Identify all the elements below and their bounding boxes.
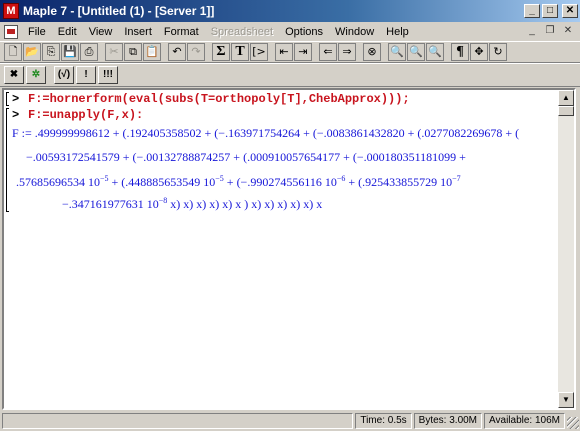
insert-prompt-icon[interactable]: [> — [250, 43, 268, 61]
doc-restore-button[interactable]: ❐ — [542, 25, 558, 39]
doc-minimize-button[interactable]: _ — [524, 25, 540, 39]
forward-icon[interactable]: ⇒ — [338, 43, 356, 61]
math-input-icon[interactable]: Σ — [212, 43, 230, 61]
status-available: Available: 106M — [484, 413, 565, 429]
title-bar: M Maple 7 - [Untitled (1) - [Server 1]] … — [0, 0, 580, 22]
output-term: x) x) x) x) x) x ) x) x) x) x) x) x — [167, 197, 323, 211]
document-icon[interactable] — [4, 24, 18, 39]
output-line-3: .57685696534 10−5 + (.448885653549 10−5 … — [16, 174, 461, 190]
output-term: + (.925433855729 10 — [345, 175, 453, 189]
scroll-thumb[interactable] — [558, 106, 574, 116]
doc-close-button[interactable]: ✕ — [560, 25, 576, 39]
group-bracket[interactable] — [6, 92, 9, 106]
maple-app-icon[interactable]: M — [3, 3, 19, 19]
worksheet[interactable]: > F:=hornerform(eval(subs(T=orthopoly[T]… — [2, 88, 576, 410]
zoom-150-icon[interactable]: 🔍 — [407, 43, 425, 61]
menu-spreadsheet: Spreadsheet — [210, 25, 274, 38]
output-line-1: F := .499999998612 + (.192405358502 + (−… — [12, 126, 520, 140]
exponent: −5 — [100, 174, 109, 183]
execute-selection-icon[interactable]: (√) — [54, 66, 74, 84]
zoom-100-icon[interactable]: 🔍 — [388, 43, 406, 61]
maximize-button[interactable]: □ — [542, 4, 558, 18]
close-button[interactable]: ✕ — [562, 4, 578, 18]
scroll-up-button[interactable]: ▲ — [558, 90, 574, 106]
open-icon[interactable]: 📂 — [23, 43, 41, 61]
expand-icon[interactable]: ✥ — [470, 43, 488, 61]
paste-icon[interactable]: 📋 — [143, 43, 161, 61]
status-bar: Time: 0.5s Bytes: 3.00M Available: 106M — [0, 411, 580, 431]
paragraph-icon[interactable]: ¶ — [451, 43, 469, 61]
open-url-icon[interactable]: ⎘ — [42, 43, 60, 61]
execute-all-icon[interactable]: !!! — [98, 66, 118, 84]
main-toolbar: 🗋 📂 ⎘ 💾 ⎙ ✂ ⧉ 📋 ↶ ↷ Σ T [> ⇤ ⇥ ⇐ ⇒ ⊗ 🔍 🔍… — [0, 41, 580, 63]
scroll-down-button[interactable]: ▼ — [558, 392, 574, 408]
menu-edit[interactable]: Edit — [52, 26, 83, 38]
copy-icon[interactable]: ⧉ — [124, 43, 142, 61]
execute-icon[interactable]: ! — [76, 66, 96, 84]
status-time: Time: 0.5s — [355, 413, 412, 429]
redo-icon[interactable]: ↷ — [187, 43, 205, 61]
output-term: .57685696534 10 — [16, 175, 100, 189]
input-prompt: > — [12, 108, 20, 122]
save-icon[interactable]: 💾 — [61, 43, 79, 61]
output-line-2: −.00593172541579 + (−.00132788874257 + (… — [26, 150, 466, 164]
debug-icon[interactable]: ✲ — [26, 66, 46, 84]
menu-format[interactable]: Format — [158, 26, 205, 38]
group-bracket[interactable] — [6, 108, 9, 212]
stop-icon[interactable]: ⊗ — [363, 43, 381, 61]
context-toolbar: ✖ ✲ (√) ! !!! — [0, 63, 580, 87]
print-icon[interactable]: ⎙ — [80, 43, 98, 61]
input-prompt: > — [12, 92, 20, 106]
resize-grip[interactable] — [567, 417, 579, 429]
text-input-icon[interactable]: T — [231, 43, 249, 61]
menu-options[interactable]: Options — [279, 26, 329, 38]
interrupt-icon[interactable]: ✖ — [4, 66, 24, 84]
output-line-4: −.347161977631 10−8 x) x) x) x) x) x ) x… — [62, 196, 322, 212]
status-bytes: Bytes: 3.00M — [413, 413, 483, 429]
restart-icon[interactable]: ↻ — [489, 43, 507, 61]
output-term: −.347161977631 10 — [62, 197, 159, 211]
back-icon[interactable]: ⇐ — [319, 43, 337, 61]
menu-view[interactable]: View — [83, 26, 119, 38]
menu-help[interactable]: Help — [380, 26, 415, 38]
menu-window[interactable]: Window — [329, 26, 380, 38]
output-term: + (−.990274556116 10 — [223, 175, 337, 189]
indent-icon[interactable]: ⇤ — [275, 43, 293, 61]
exponent: −5 — [215, 174, 224, 183]
cut-icon[interactable]: ✂ — [105, 43, 123, 61]
status-message — [2, 413, 354, 429]
command-line-2[interactable]: F:=unapply(F,x): — [28, 108, 143, 122]
window-title: Maple 7 - [Untitled (1) - [Server 1]] — [23, 4, 215, 18]
menu-insert[interactable]: Insert — [118, 26, 158, 38]
vertical-scrollbar[interactable]: ▲ ▼ — [558, 90, 574, 408]
menu-bar: File Edit View Insert Format Spreadsheet… — [0, 22, 580, 41]
minimize-button[interactable]: _ — [524, 4, 540, 18]
command-line-1[interactable]: F:=hornerform(eval(subs(T=orthopoly[T],C… — [28, 92, 410, 106]
exponent: −7 — [452, 174, 461, 183]
new-icon[interactable]: 🗋 — [4, 43, 22, 61]
outdent-icon[interactable]: ⇥ — [294, 43, 312, 61]
undo-icon[interactable]: ↶ — [168, 43, 186, 61]
menu-file[interactable]: File — [22, 26, 52, 38]
zoom-200-icon[interactable]: 🔍 — [426, 43, 444, 61]
output-term: + (.448885653549 10 — [108, 175, 216, 189]
